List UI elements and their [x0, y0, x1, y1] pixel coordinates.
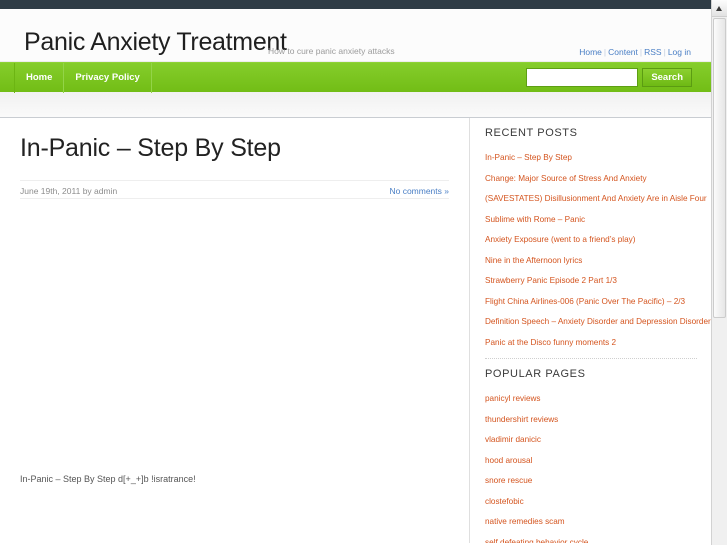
sidebar: RECENT POSTS In-Panic – Step By Step Chan… — [471, 118, 711, 543]
top-link-login[interactable]: Log in — [668, 47, 691, 57]
list-item: (SAVESTATES) Disillusionment And Anxiety… — [485, 187, 707, 207]
scrollbar-thumb[interactable] — [713, 18, 726, 318]
page-columns: In-Panic – Step By Step June 19th, 2011 … — [0, 118, 711, 543]
popular-page-link-5[interactable]: clostefobic — [485, 497, 524, 506]
list-item: Change: Major Source of Stress And Anxie… — [485, 167, 697, 187]
recent-posts-list: In-Panic – Step By Step Change: Major Sou… — [485, 146, 711, 351]
widget-heading-popular-pages: POPULAR PAGES — [485, 368, 586, 381]
site-header: Panic Anxiety Treatment How to cure pani… — [0, 9, 711, 62]
recent-post-link-7[interactable]: Flight China Airlines-006 (Panic Over Th… — [485, 297, 685, 306]
recent-post-link-5[interactable]: Nine in the Afternoon lyrics — [485, 256, 582, 265]
web-page: Panic Anxiety Treatment How to cure pani… — [0, 9, 711, 545]
site-tagline: How to cure panic anxiety attacks — [268, 46, 395, 56]
popular-page-link-2[interactable]: vladimir danicic — [485, 435, 541, 444]
list-item: thundershirt reviews — [485, 408, 697, 428]
list-item: Strawberry Panic Episode 2 Part 1/3 — [485, 269, 697, 289]
nav-item-privacy-policy[interactable]: Privacy Policy — [64, 63, 152, 93]
list-item: In-Panic – Step By Step — [485, 146, 697, 166]
post-comments-link[interactable]: No comments » — [389, 186, 449, 196]
search-input[interactable] — [526, 68, 639, 87]
browser-window: Panic Anxiety Treatment How to cure pani… — [0, 0, 727, 545]
site-title[interactable]: Panic Anxiety Treatment — [24, 28, 287, 57]
list-item: clostefobic — [485, 490, 697, 510]
popular-page-link-7[interactable]: self defeating behavior cycle — [485, 538, 588, 543]
list-item: Sublime with Rome – Panic — [485, 208, 697, 228]
scroll-up-button[interactable] — [712, 0, 727, 17]
list-item: Flight China Airlines-006 (Panic Over Th… — [485, 290, 697, 310]
widget-recent-posts: RECENT POSTS In-Panic – Step By Step Chan… — [485, 118, 711, 351]
list-item: Nine in the Afternoon lyrics — [485, 249, 697, 269]
recent-post-link-8[interactable]: Definition Speech – Anxiety Disorder and… — [485, 317, 711, 326]
post-body: In-Panic – Step By Step d[+_+]b !isratra… — [20, 474, 196, 484]
recent-post-link-9[interactable]: Panic at the Disco funny moments 2 — [485, 338, 616, 347]
popular-page-link-1[interactable]: thundershirt reviews — [485, 415, 558, 424]
recent-post-link-0[interactable]: In-Panic – Step By Step — [485, 153, 572, 162]
list-item: panicyl reviews — [485, 387, 697, 407]
widget-popular-pages: POPULAR PAGES panicyl reviews thundershir… — [485, 358, 697, 543]
recent-post-link-3[interactable]: Sublime with Rome – Panic — [485, 215, 585, 224]
top-link-home[interactable]: Home — [579, 47, 602, 57]
nav-item-home[interactable]: Home — [14, 63, 65, 93]
recent-post-link-1[interactable]: Change: Major Source of Stress And Anxie… — [485, 174, 647, 183]
search-button[interactable]: Search — [642, 68, 692, 87]
list-item: snore rescue — [485, 469, 697, 489]
top-link-separator: | — [603, 47, 607, 57]
header-shadow-band — [0, 92, 711, 118]
post-meta: June 19th, 2011 by admin No comments » — [20, 179, 449, 199]
top-link-rss[interactable]: RSS — [644, 47, 661, 57]
widget-heading-recent-posts: RECENT POSTS — [485, 127, 578, 139]
top-link-separator: | — [663, 47, 666, 57]
list-item: Definition Speech – Anxiety Disorder and… — [485, 310, 711, 330]
triangle-up-icon — [716, 6, 722, 11]
list-item: native remedies scam — [485, 510, 697, 530]
search-form: Search — [526, 68, 692, 87]
list-item: hood arousal — [485, 449, 697, 469]
popular-page-link-3[interactable]: hood arousal — [485, 456, 532, 465]
top-navigation: Home | Content | RSS | Log in — [579, 47, 691, 57]
top-link-content[interactable]: Content — [608, 47, 638, 57]
browser-topbar — [0, 0, 711, 9]
main-content: In-Panic – Step By Step June 19th, 2011 … — [0, 118, 470, 543]
recent-post-link-6[interactable]: Strawberry Panic Episode 2 Part 1/3 — [485, 276, 617, 285]
list-item: self defeating behavior cycle — [485, 531, 697, 543]
post-title: In-Panic – Step By Step — [20, 134, 281, 162]
popular-page-link-0[interactable]: panicyl reviews — [485, 394, 541, 403]
top-link-separator: | — [639, 47, 643, 57]
popular-page-link-6[interactable]: native remedies scam — [485, 517, 565, 526]
recent-post-link-2[interactable]: (SAVESTATES) Disillusionment And Anxiety… — [485, 194, 707, 203]
vertical-scrollbar[interactable] — [711, 0, 727, 545]
post-date: June 19th, 2011 by admin — [20, 185, 118, 196]
recent-post-link-4[interactable]: Anxiety Exposure (went to a friend’s pla… — [485, 235, 635, 244]
list-item: Anxiety Exposure (went to a friend’s pla… — [485, 228, 697, 248]
popular-pages-list: panicyl reviews thundershirt reviews vladi… — [485, 387, 697, 543]
main-navigation-bar: Home Privacy Policy Search — [0, 62, 711, 93]
popular-page-link-4[interactable]: snore rescue — [485, 476, 532, 485]
list-item: Panic at the Disco funny moments 2 — [485, 331, 697, 351]
list-item: vladimir danicic — [485, 428, 697, 448]
main-menu: Home Privacy Policy — [14, 63, 152, 93]
